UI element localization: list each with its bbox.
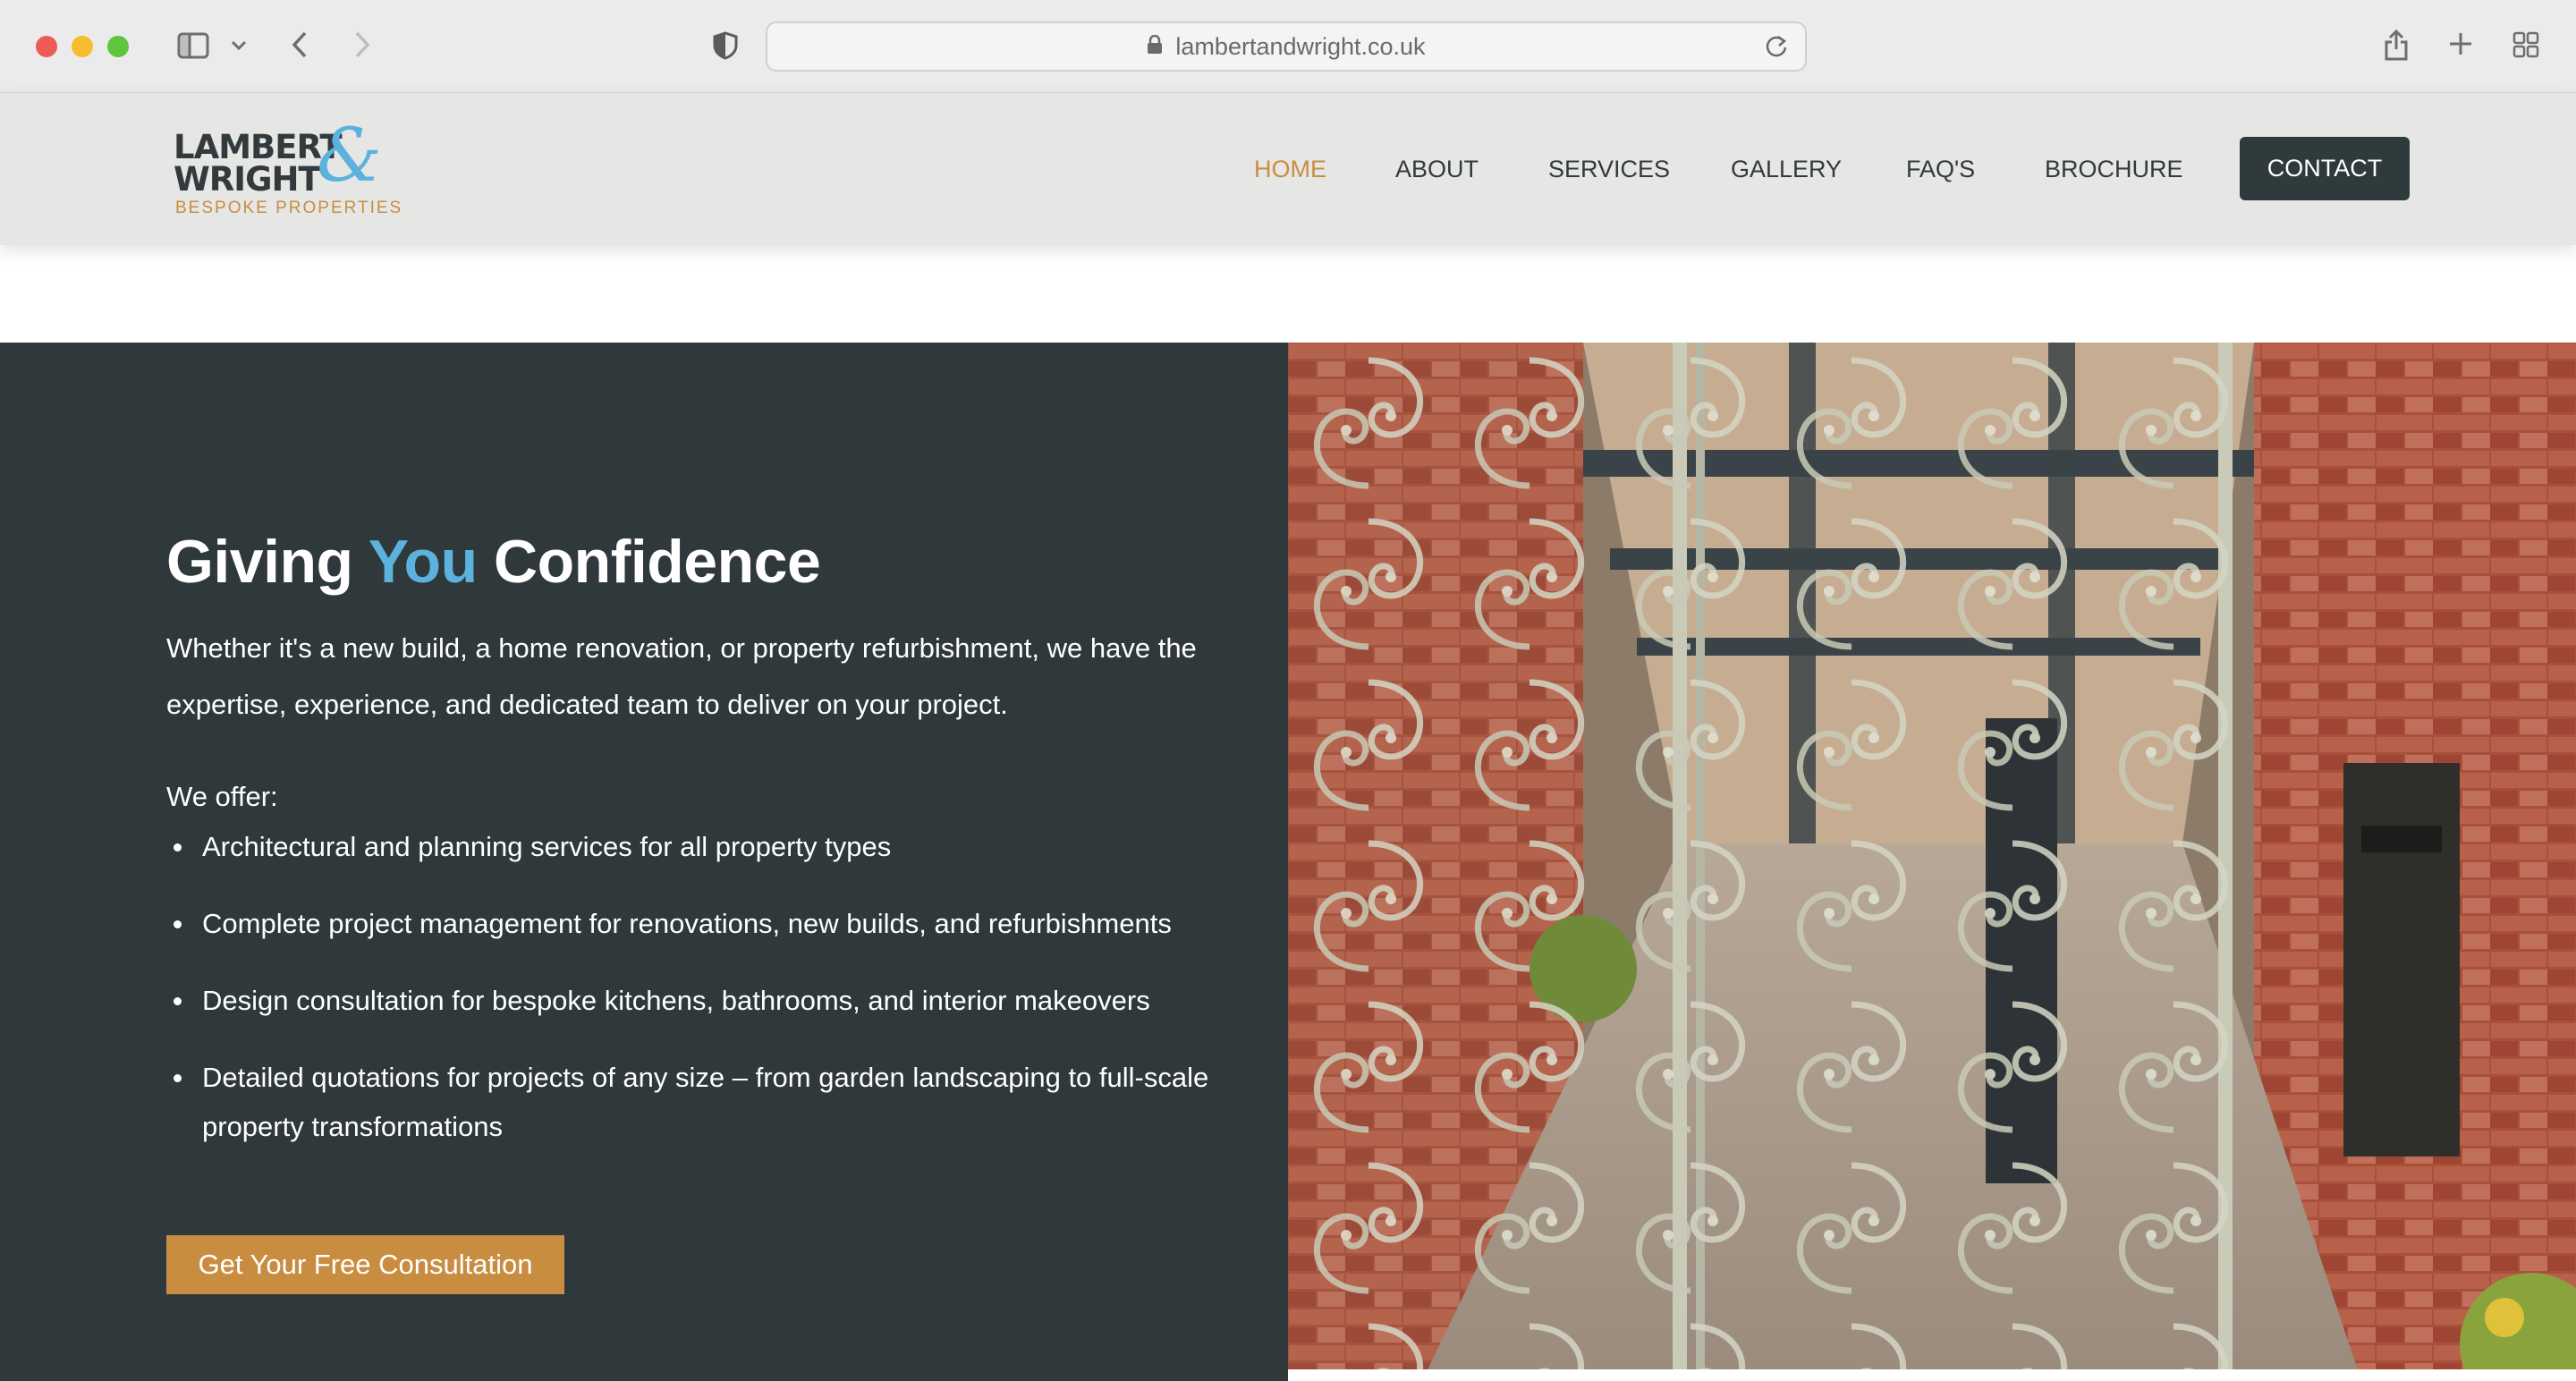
- close-window-button[interactable]: [36, 36, 57, 57]
- hero-title-accent: You: [368, 528, 478, 596]
- nav-gallery[interactable]: GALLERY: [1731, 156, 1842, 183]
- zoom-window-button[interactable]: [107, 36, 129, 57]
- bullet-icon: [174, 997, 182, 1005]
- bullet-icon: [174, 843, 182, 851]
- hero-title-end: Confidence: [477, 528, 821, 596]
- offer-item: Complete project management for renovati…: [166, 899, 1275, 948]
- minimize-window-button[interactable]: [72, 36, 93, 57]
- site-header: LAMBERT WRIGHT & BESPOKE PROPERTIES HOME…: [0, 93, 2576, 245]
- forward-icon[interactable]: [349, 27, 376, 63]
- offer-item-text: Design consultation for bespoke kitchens…: [202, 985, 1150, 1016]
- hero-text-panel: Giving You Confidence Whether it's a new…: [0, 343, 1288, 1381]
- offer-item: Detailed quotations for projects of any …: [166, 1053, 1275, 1151]
- nav-about[interactable]: ABOUT: [1395, 156, 1479, 183]
- gate-illustration: [1288, 343, 2576, 1381]
- url-text: lambertandwright.co.uk: [1175, 32, 1426, 60]
- offer-item-text: Complete project management for renovati…: [202, 908, 1172, 939]
- offer-item-text: Architectural and planning services for …: [202, 831, 892, 862]
- hero-title-start: Giving: [166, 528, 369, 596]
- reload-icon[interactable]: [1764, 34, 1789, 64]
- tab-overview-icon[interactable]: [2512, 30, 2540, 59]
- nav-home[interactable]: HOME: [1254, 156, 1326, 183]
- offer-item-text: Detailed quotations for projects of any …: [202, 1062, 1209, 1142]
- nav-faqs[interactable]: FAQ'S: [1906, 156, 1975, 183]
- address-bar[interactable]: lambertandwright.co.uk: [766, 21, 1807, 72]
- hero-gate-photo: [1288, 343, 2576, 1381]
- lock-icon: [1147, 34, 1163, 59]
- privacy-shield-icon[interactable]: [710, 30, 741, 61]
- back-icon[interactable]: [286, 27, 313, 63]
- hero-intro: Whether it's a new build, a home renovat…: [166, 632, 1197, 720]
- offer-item: Architectural and planning services for …: [166, 822, 1275, 871]
- bullet-icon: [174, 920, 182, 928]
- main-nav: HOME ABOUT SERVICES GALLERY FAQ'S BROCHU…: [0, 93, 2576, 245]
- nav-services[interactable]: SERVICES: [1548, 156, 1670, 183]
- offer-item: Design consultation for bespoke kitchens…: [166, 976, 1275, 1025]
- hero-title: Giving You Confidence: [166, 527, 821, 597]
- contact-button[interactable]: CONTACT: [2240, 137, 2410, 200]
- new-tab-icon[interactable]: [2447, 30, 2474, 57]
- offer-label: We offer:: [166, 781, 278, 812]
- chevron-down-icon[interactable]: [229, 36, 249, 55]
- bullet-icon: [174, 1074, 182, 1082]
- nav-brochure[interactable]: BROCHURE: [2045, 156, 2183, 183]
- share-icon[interactable]: [2381, 27, 2411, 63]
- browser-toolbar: lambertandwright.co.uk: [0, 0, 2576, 93]
- free-consultation-button[interactable]: Get Your Free Consultation: [166, 1235, 564, 1294]
- offer-list: Architectural and planning services for …: [166, 822, 1275, 1179]
- sidebar-toggle-icon[interactable]: [175, 30, 211, 61]
